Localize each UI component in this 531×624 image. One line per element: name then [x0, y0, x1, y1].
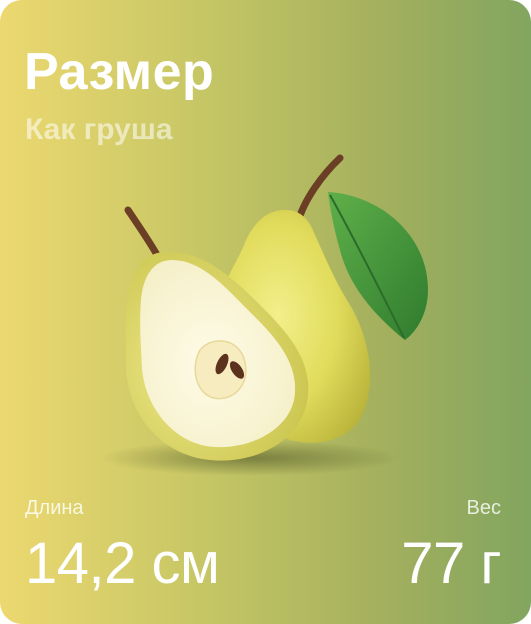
card-title: Размер: [24, 43, 215, 101]
pear-icon: [100, 154, 428, 476]
weight-label: Вес: [466, 497, 501, 519]
weight-value: 77 г: [401, 531, 501, 596]
length-label: Длина: [25, 497, 84, 519]
length-value: 14,2 см: [25, 531, 220, 596]
size-card: Размер Как груша Длина 14,2 см Вес 77 г: [0, 0, 531, 624]
